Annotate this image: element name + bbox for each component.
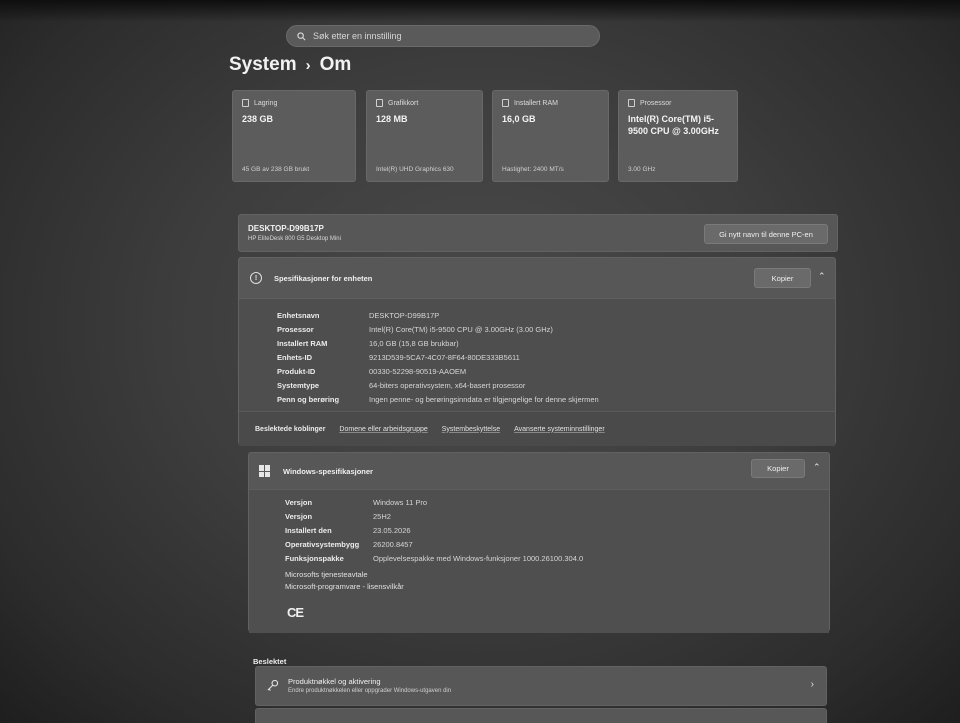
breadcrumb-separator: › xyxy=(305,56,311,74)
device-name-panel: DESKTOP-D99B17P HP EliteDesk 800 G5 Desk… xyxy=(238,214,838,252)
spec-value: 26200.8457 xyxy=(373,540,413,549)
gpu-icon xyxy=(376,99,383,107)
card-title: Prosessor xyxy=(640,99,672,107)
related-item-sub: Endre produktnøkkelen eller oppgrader Wi… xyxy=(288,688,452,694)
card-sub: 45 GB av 238 GB brukt xyxy=(242,166,310,173)
card-title: Lagring xyxy=(254,99,278,107)
spec-row: Operativsystembygg 26200.8457 xyxy=(285,540,413,549)
spec-key: Enhets-ID xyxy=(277,353,313,362)
spec-row: Versjon Windows 11 Pro xyxy=(285,498,427,507)
spec-row: Installert den 23.05.2026 xyxy=(285,526,411,535)
spec-row: Produkt-ID 00330-52298-90519-AAOEM xyxy=(277,367,466,376)
spec-key: Operativsystembygg xyxy=(285,540,360,549)
card-title: Grafikkort xyxy=(388,99,419,107)
page-title: Om xyxy=(319,54,352,75)
windows-specs-body: Versjon Windows 11 Pro Versjon 25H2 Instal… xyxy=(249,489,829,633)
related-item-partial[interactable] xyxy=(255,708,827,723)
ram-card[interactable]: Installert RAM 16,0 GB Hastighet: 2400 M… xyxy=(492,90,609,182)
spec-row: Penn og berøring Ingen penne- og berøring… xyxy=(277,395,599,404)
ce-mark: CE xyxy=(287,605,304,620)
card-sub: Intel(R) UHD Graphics 630 xyxy=(376,166,454,173)
search-input[interactable]: Søk etter en innstilling xyxy=(286,25,600,47)
spec-row: Systemtype 64-biters operativsystem, x64-… xyxy=(277,381,525,390)
spec-value: Opplevelsespakke med Windows-funksjoner … xyxy=(373,554,584,563)
related-title: Beslektet xyxy=(253,657,287,666)
rename-pc-button[interactable]: Gi nytt navn til denne PC-en xyxy=(704,224,828,244)
card-value: Intel(R) Core(TM) i5-9500 CPU @ 3.00GHz xyxy=(628,114,719,136)
spec-value: DESKTOP-D99B17P xyxy=(369,311,440,320)
spec-value: Windows 11 Pro xyxy=(373,498,428,507)
spec-value: 16,0 GB (15,8 GB brukbar) xyxy=(369,339,459,348)
copy-device-specs-button[interactable]: Kopier xyxy=(754,268,811,288)
spec-row: Funksjonspakke Opplevelsespakke med Windo… xyxy=(285,554,583,563)
spec-key: Produkt-ID xyxy=(277,367,316,376)
breadcrumb: System › Om xyxy=(229,54,351,76)
product-key-activation-item[interactable]: Produktnøkkel og aktivering Endre produk… xyxy=(255,666,827,706)
spec-value: Intel(R) Core(TM) i5-9500 CPU @ 3.00GHz … xyxy=(369,325,553,334)
related-links-label: Beslektede koblinger xyxy=(255,425,326,433)
related-links-bar: Beslektede koblinger Domene eller arbeid… xyxy=(239,411,835,446)
key-icon xyxy=(267,679,279,691)
chevron-up-icon[interactable]: ⌃ xyxy=(818,271,826,282)
spec-key: Enhetsnavn xyxy=(277,311,320,320)
device-specs-header[interactable]: ! Spesifikasjoner for enheten xyxy=(239,258,835,298)
card-value: 238 GB xyxy=(242,114,274,124)
ram-icon xyxy=(502,99,509,107)
spec-key: Prosessor xyxy=(277,325,314,334)
processor-icon xyxy=(628,99,635,107)
card-title: Installert RAM xyxy=(514,99,558,107)
spec-key: Installert den xyxy=(285,526,332,535)
card-sub: 3.00 GHz xyxy=(628,166,656,173)
breadcrumb-system[interactable]: System xyxy=(229,54,297,76)
spec-value: 00330-52298-90519-AAOEM xyxy=(369,367,467,376)
link-microsoft-service-agreement[interactable]: Microsofts tjenesteavtale xyxy=(285,570,368,579)
spec-key: Versjon xyxy=(285,498,313,507)
storage-card[interactable]: Lagring 238 GB 45 GB av 238 GB brukt xyxy=(232,90,356,182)
gpu-card[interactable]: Grafikkort 128 MB Intel(R) UHD Graphics … xyxy=(366,90,483,182)
spec-value: 25H2 xyxy=(373,512,391,521)
chevron-right-icon: › xyxy=(810,679,814,690)
spec-key: Installert RAM xyxy=(277,339,328,348)
windows-specs-header[interactable]: Windows-spesifikasjoner xyxy=(249,453,829,489)
spec-key: Systemtype xyxy=(277,381,320,390)
spec-value: 9213D539-5CA7-4C07-8F64-80DE333B5611 xyxy=(369,353,520,362)
link-domain-workgroup[interactable]: Domene eller arbeidsgruppe xyxy=(339,426,427,433)
search-placeholder: Søk etter en innstilling xyxy=(313,31,402,41)
chevron-up-icon[interactable]: ⌃ xyxy=(813,462,821,473)
card-sub: Hastighet: 2400 MT/s xyxy=(502,166,564,173)
spec-value: 23.05.2026 xyxy=(373,526,411,535)
spec-row: Installert RAM 16,0 GB (15,8 GB brukbar) xyxy=(277,339,459,348)
device-specs-title: Spesifikasjoner for enheten xyxy=(274,273,373,283)
device-specs-panel: ! Spesifikasjoner for enheten Kopier ⌃ E… xyxy=(238,257,836,446)
monitor-bezel-shade xyxy=(0,0,960,22)
spec-row: Prosessor Intel(R) Core(TM) i5-9500 CPU @… xyxy=(277,325,553,334)
spec-value: Ingen penne- og berøringsinndata er tilg… xyxy=(369,395,599,404)
windows-specs-panel: Windows-spesifikasjoner Kopier ⌃ Versjon… xyxy=(248,452,830,633)
link-system-protection[interactable]: Systembeskyttelse xyxy=(442,426,500,433)
spec-key: Funksjonspakke xyxy=(285,554,344,563)
link-microsoft-license-terms[interactable]: Microsoft-programvare - lisensvilkår xyxy=(285,582,404,591)
card-value: 16,0 GB xyxy=(502,114,536,124)
device-specs-body: Enhetsnavn DESKTOP-D99B17P Prosessor Intel… xyxy=(239,298,835,411)
spec-key: Versjon xyxy=(285,512,313,521)
related-item-title: Produktnøkkel og aktivering xyxy=(288,677,381,686)
windows-logo-icon xyxy=(259,465,271,477)
storage-icon xyxy=(242,99,249,107)
device-name: DESKTOP-D99B17P xyxy=(248,224,324,233)
spec-row: Enhets-ID 9213D539-5CA7-4C07-8F64-80DE333… xyxy=(277,353,520,362)
link-advanced-system-settings[interactable]: Avanserte systeminnstillinger xyxy=(514,426,605,433)
windows-specs-title: Windows-spesifikasjoner xyxy=(283,466,373,476)
processor-card[interactable]: Prosessor Intel(R) Core(TM) i5-9500 CPU … xyxy=(618,90,738,182)
card-value: 128 MB xyxy=(376,114,408,124)
copy-windows-specs-button[interactable]: Kopier xyxy=(751,459,805,478)
spec-row: Enhetsnavn DESKTOP-D99B17P xyxy=(277,311,439,320)
spec-row: Versjon 25H2 xyxy=(285,512,391,521)
device-model: HP EliteDesk 800 G5 Desktop Mini xyxy=(248,236,341,242)
search-icon xyxy=(297,31,306,40)
info-icon: ! xyxy=(250,272,262,284)
spec-key: Penn og berøring xyxy=(277,395,340,404)
spec-value: 64-biters operativsystem, x64-basert pro… xyxy=(369,381,526,390)
